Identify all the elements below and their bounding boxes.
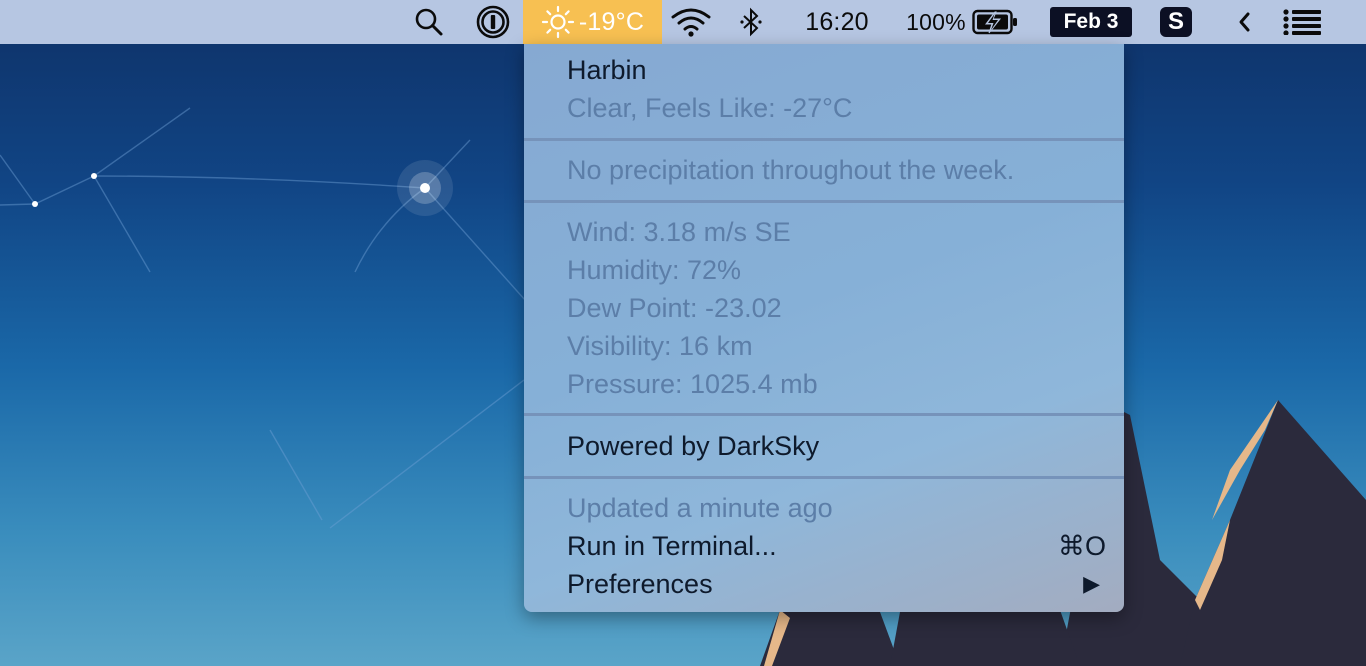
precipitation-summary: No precipitation throughout the week. bbox=[567, 155, 1015, 185]
humidity-info: Humidity: 72% bbox=[567, 255, 742, 285]
wifi-icon bbox=[671, 8, 711, 37]
clock[interactable]: 16:20 bbox=[796, 0, 878, 44]
menu-separator bbox=[524, 413, 1124, 416]
date-badge[interactable]: Feb 3 bbox=[1050, 7, 1132, 37]
battery-charging-icon bbox=[972, 9, 1017, 35]
run-in-terminal-shortcut: ⌘O bbox=[1057, 531, 1106, 561]
battery-percent: 100% bbox=[906, 8, 966, 35]
list-icon bbox=[1283, 9, 1321, 35]
sun-icon bbox=[541, 5, 575, 39]
bluetooth-button[interactable] bbox=[736, 0, 766, 44]
1password-icon bbox=[476, 5, 510, 39]
expand-menu-button[interactable] bbox=[1230, 0, 1258, 44]
s-app-icon: S bbox=[1167, 8, 1184, 35]
pressure-info: Pressure: 1025.4 mb bbox=[567, 369, 818, 399]
menu-separator bbox=[524, 200, 1124, 203]
visibility-info: Visibility: 16 km bbox=[567, 331, 753, 361]
menu-separator bbox=[524, 138, 1124, 141]
dew-point-info: Dew Point: -23.02 bbox=[567, 293, 782, 323]
weather-menu-button[interactable]: -19°C bbox=[523, 0, 662, 44]
weather-temperature: -19°C bbox=[578, 7, 645, 36]
submenu-arrow-icon: ▶ bbox=[1083, 571, 1100, 596]
date-text: Feb 3 bbox=[1063, 10, 1119, 33]
battery-status[interactable]: 100% bbox=[900, 0, 1024, 44]
spotlight-search-button[interactable] bbox=[410, 0, 448, 44]
notification-center-button[interactable] bbox=[1280, 0, 1324, 44]
updated-status: Updated a minute ago bbox=[567, 493, 833, 523]
search-icon bbox=[415, 8, 443, 36]
location-name: Harbin bbox=[567, 55, 647, 85]
stars bbox=[32, 160, 453, 216]
preferences-item[interactable]: Preferences bbox=[567, 568, 713, 600]
run-in-terminal-item[interactable]: Run in Terminal... bbox=[567, 530, 777, 562]
menu-separator bbox=[524, 476, 1124, 479]
wind-info: Wind: 3.18 m/s SE bbox=[567, 217, 791, 247]
weather-dropdown-menu: Harbin Clear, Feels Like: -27°C No preci… bbox=[524, 44, 1124, 612]
clock-time: 16:20 bbox=[805, 7, 869, 36]
condition-summary: Clear, Feels Like: -27°C bbox=[567, 93, 853, 123]
powered-by-darksky-item[interactable]: Powered by DarkSky bbox=[567, 430, 819, 462]
s-app-button[interactable]: S bbox=[1160, 7, 1192, 37]
wifi-button[interactable] bbox=[668, 0, 714, 44]
bluetooth-icon bbox=[740, 7, 762, 37]
1password-button[interactable] bbox=[474, 0, 512, 44]
chevron-left-icon bbox=[1239, 12, 1250, 32]
menu-bar: -19°C 16:20 100% Feb 3 S bbox=[0, 0, 1366, 44]
